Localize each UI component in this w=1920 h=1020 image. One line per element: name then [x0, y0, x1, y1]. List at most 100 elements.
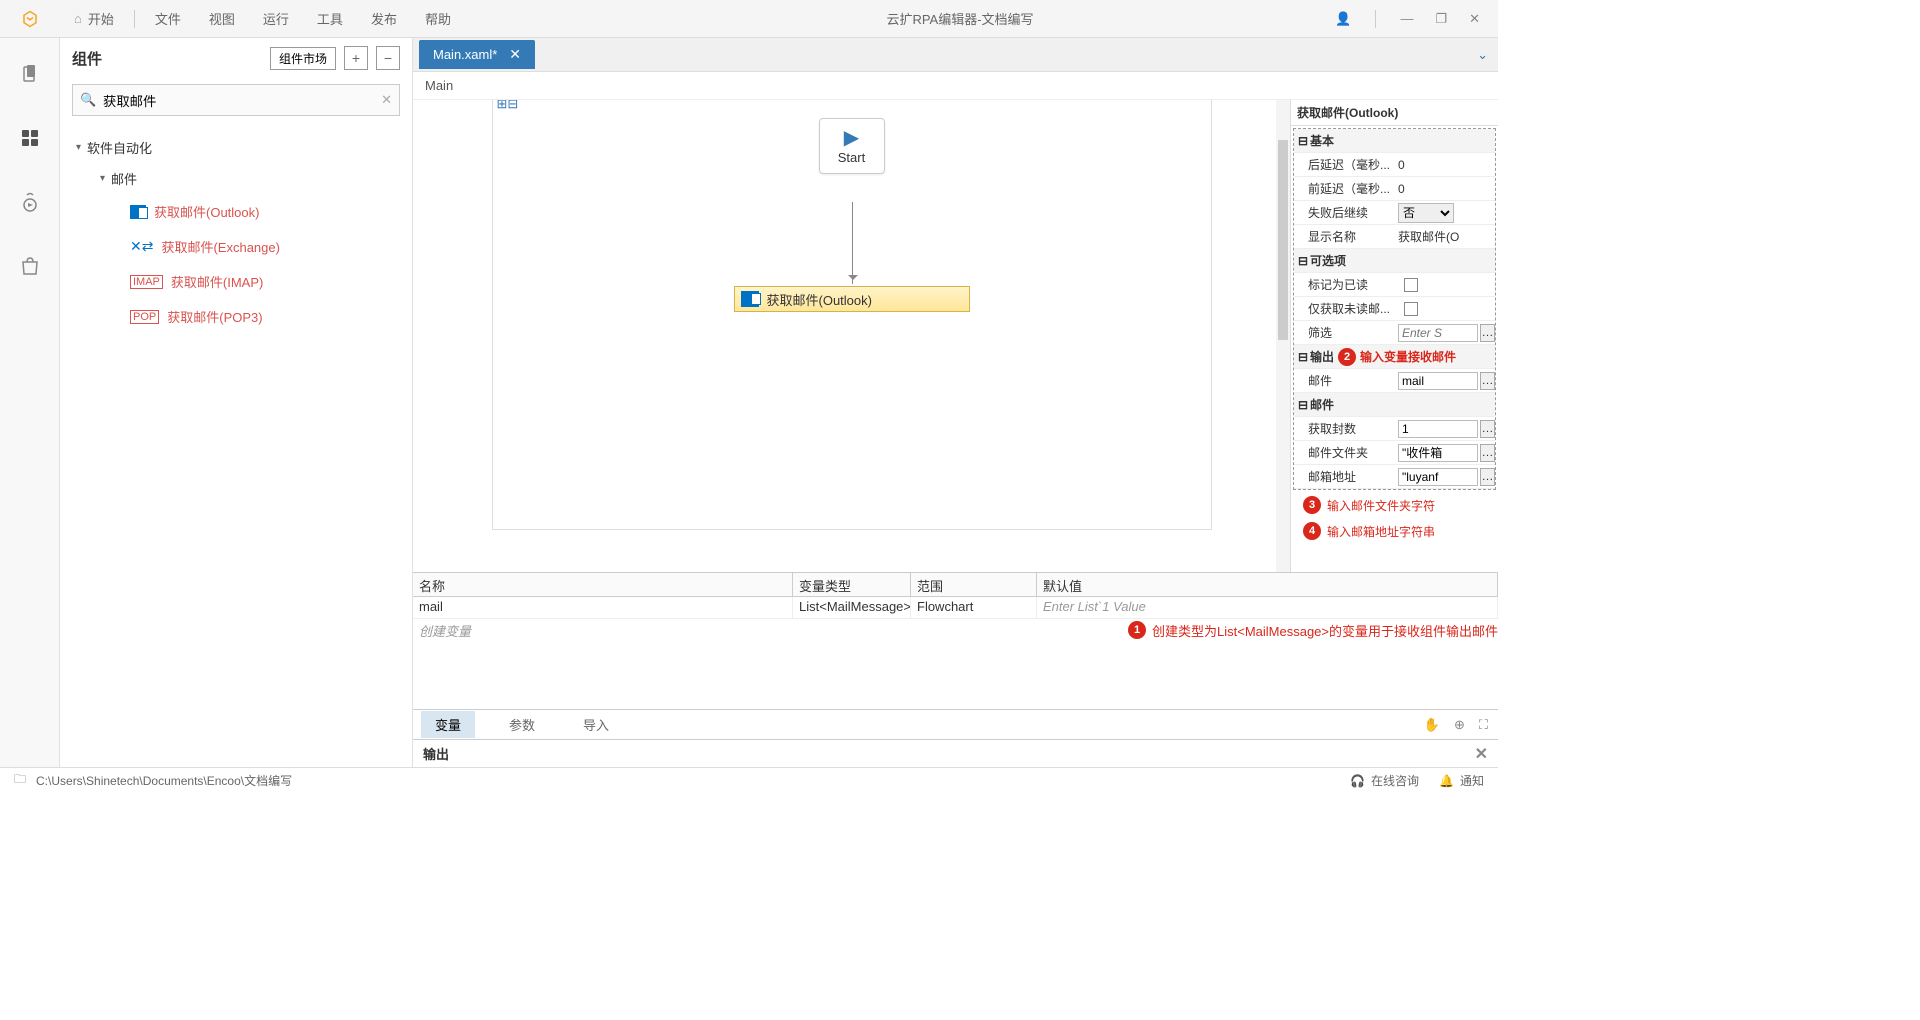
col-scope[interactable]: 范围 [911, 573, 1037, 596]
prop-post-delay-value[interactable]: 0 [1398, 158, 1405, 172]
dots-button[interactable]: … [1480, 468, 1495, 486]
section-output[interactable]: ⊟输出2输入变量接收邮件 [1294, 345, 1495, 369]
menu-view[interactable]: 视图 [195, 0, 249, 37]
tab-label: Main.xaml* [433, 47, 497, 62]
dots-button[interactable]: … [1480, 444, 1495, 462]
tab-imports[interactable]: 导入 [569, 711, 623, 738]
section-basic[interactable]: ⊟基本 [1294, 129, 1495, 153]
prop-onfail-select[interactable]: 否 [1398, 203, 1454, 223]
component-tree: ▾软件自动化 ▾邮件 获取邮件(Outlook) ✕⇄获取邮件(Exchange… [60, 122, 412, 344]
col-default[interactable]: 默认值 [1037, 573, 1498, 596]
prop-mail-label: 邮件 [1294, 372, 1398, 389]
flowchart-icon: ⊞⊟ [497, 100, 519, 112]
collapse-all-button[interactable]: − [376, 46, 400, 70]
prop-display-value[interactable]: 获取邮件(O [1398, 228, 1459, 245]
prop-markread-checkbox[interactable] [1404, 278, 1418, 292]
tree-node-mail[interactable]: ▾邮件 [72, 163, 400, 194]
output-panel-header[interactable]: 输出 ✕ [413, 739, 1498, 767]
pan-icon[interactable]: ✋ [1424, 717, 1440, 733]
minimize-button[interactable]: ― [1396, 7, 1417, 30]
rail-grid-icon[interactable] [18, 126, 42, 150]
prop-mail-input[interactable] [1398, 372, 1478, 390]
annotation-4: 4输入邮箱地址字符串 [1291, 518, 1498, 544]
dots-button[interactable]: … [1480, 324, 1495, 342]
zoom-icon[interactable]: ⊕ [1454, 717, 1465, 733]
caret-down-icon: ▾ [100, 173, 105, 184]
market-button[interactable]: 组件市场 [270, 47, 336, 70]
activity-get-mail[interactable]: 获取邮件(Outlook) [734, 286, 970, 312]
designer-canvas[interactable]: ⊞⊟ ▶ Start 获取邮件(Outlook) [413, 100, 1290, 572]
create-variable-row[interactable]: 创建变量 1 创建类型为List<MailMessage>的变量用于接收组件输出… [413, 619, 1498, 641]
section-mail[interactable]: ⊟邮件 [1294, 393, 1495, 417]
output-close-icon[interactable]: ✕ [1475, 744, 1488, 764]
titlebar: ⌂开始 文件 视图 运行 工具 发布 帮助 云扩RPA编辑器-文档编写 👤 ― … [0, 0, 1498, 38]
menu-help[interactable]: 帮助 [411, 0, 465, 37]
tab-close-icon[interactable]: ✕ [509, 46, 521, 63]
col-type[interactable]: 变量类型 [793, 573, 911, 596]
var-type[interactable]: List<MailMessage> [793, 597, 911, 618]
menu-tool[interactable]: 工具 [303, 0, 357, 37]
variables-panel: 名称 变量类型 范围 默认值 mail List<MailMessage> Fl… [413, 572, 1498, 739]
search-input[interactable] [72, 84, 400, 116]
components-sidebar: 组件 组件市场 + − 🔍 ✕ ▾软件自动化 ▾邮件 获取邮件(Outlook)… [60, 38, 413, 767]
project-path: C:\Users\Shinetech\Documents\Encoo\文档编写 [36, 772, 292, 789]
component-outlook[interactable]: 获取邮件(Outlook) [72, 194, 400, 229]
tab-main-xaml[interactable]: Main.xaml* ✕ [419, 40, 535, 69]
rail-store-icon[interactable] [18, 254, 42, 278]
start-label: Start [820, 150, 884, 165]
menu-publish[interactable]: 发布 [357, 0, 411, 37]
rail-clipboard-icon[interactable] [18, 62, 42, 86]
section-optional[interactable]: ⊟可选项 [1294, 249, 1495, 273]
prop-addr-label: 邮箱地址 [1294, 468, 1398, 485]
dots-button[interactable]: … [1480, 372, 1495, 390]
menu-file[interactable]: 文件 [141, 0, 195, 37]
component-imap[interactable]: IMAP获取邮件(IMAP) [72, 264, 400, 299]
maximize-button[interactable]: ❐ [1431, 7, 1451, 31]
create-variable-label: 创建变量 [419, 621, 471, 640]
col-name[interactable]: 名称 [413, 573, 793, 596]
prop-unread-checkbox[interactable] [1404, 302, 1418, 316]
menu-home[interactable]: ⌂开始 [60, 0, 128, 37]
component-exchange[interactable]: ✕⇄获取邮件(Exchange) [72, 229, 400, 264]
start-node[interactable]: ▶ Start [819, 118, 885, 174]
play-icon: ▶ [820, 125, 884, 150]
notifications[interactable]: 🔔通知 [1439, 772, 1484, 789]
document-tabs: Main.xaml* ✕ ⌄ [413, 38, 1498, 72]
canvas-scrollbar[interactable] [1276, 100, 1290, 572]
annotation-3: 3输入邮件文件夹字符 [1291, 492, 1498, 518]
prop-pre-delay-value[interactable]: 0 [1398, 182, 1405, 196]
breadcrumb[interactable]: Main [413, 72, 1498, 100]
rail-run-icon[interactable] [18, 190, 42, 214]
prop-display-label: 显示名称 [1294, 228, 1398, 245]
prop-folder-input[interactable] [1398, 444, 1478, 462]
app-logo [0, 0, 60, 37]
tabs-dropdown-icon[interactable]: ⌄ [1477, 47, 1488, 63]
component-pop3[interactable]: POP获取邮件(POP3) [72, 299, 400, 334]
user-icon[interactable]: 👤 [1331, 7, 1355, 31]
tab-arguments[interactable]: 参数 [495, 711, 549, 738]
menu-run[interactable]: 运行 [249, 0, 303, 37]
prop-pre-delay-label: 前延迟（毫秒... [1294, 180, 1398, 197]
annotation-2-text: 输入变量接收邮件 [1360, 348, 1456, 365]
var-scope[interactable]: Flowchart [911, 597, 1037, 618]
prop-count-input[interactable] [1398, 420, 1478, 438]
close-button[interactable]: ✕ [1465, 7, 1484, 31]
output-title: 输出 [423, 744, 449, 763]
annotation-1-badge: 1 [1128, 621, 1146, 639]
tab-variables[interactable]: 变量 [421, 711, 475, 738]
online-consult[interactable]: 🎧在线咨询 [1350, 772, 1419, 789]
prop-addr-input[interactable] [1398, 468, 1478, 486]
var-name[interactable]: mail [413, 597, 793, 618]
tree-node-software-automation[interactable]: ▾软件自动化 [72, 132, 400, 163]
main-menu: ⌂开始 文件 视图 运行 工具 发布 帮助 [60, 0, 465, 37]
outlook-icon [130, 205, 146, 219]
prop-filter-input[interactable] [1398, 324, 1478, 342]
properties-title: 获取邮件(Outlook) [1291, 100, 1498, 126]
var-default[interactable]: Enter List`1 Value [1037, 597, 1498, 618]
fit-icon[interactable]: ⛶ [1479, 717, 1488, 733]
dots-button[interactable]: … [1480, 420, 1495, 438]
variable-row-mail[interactable]: mail List<MailMessage> Flowchart Enter L… [413, 597, 1498, 619]
expand-all-button[interactable]: + [344, 46, 368, 70]
statusbar: 🗀 C:\Users\Shinetech\Documents\Encoo\文档编… [0, 767, 1498, 793]
clear-search-icon[interactable]: ✕ [381, 92, 392, 108]
